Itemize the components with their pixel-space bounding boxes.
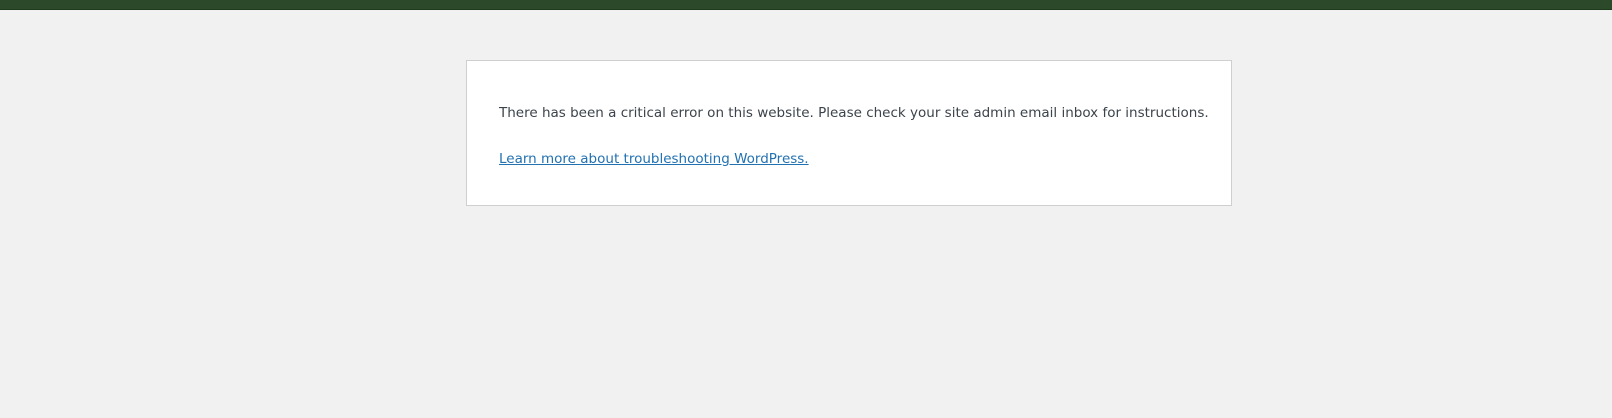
troubleshooting-link[interactable]: Learn more about troubleshooting WordPre… — [499, 150, 809, 168]
top-bar — [0, 0, 1612, 10]
error-box: There has been a critical error on this … — [466, 60, 1232, 206]
error-message: There has been a critical error on this … — [499, 105, 1209, 121]
